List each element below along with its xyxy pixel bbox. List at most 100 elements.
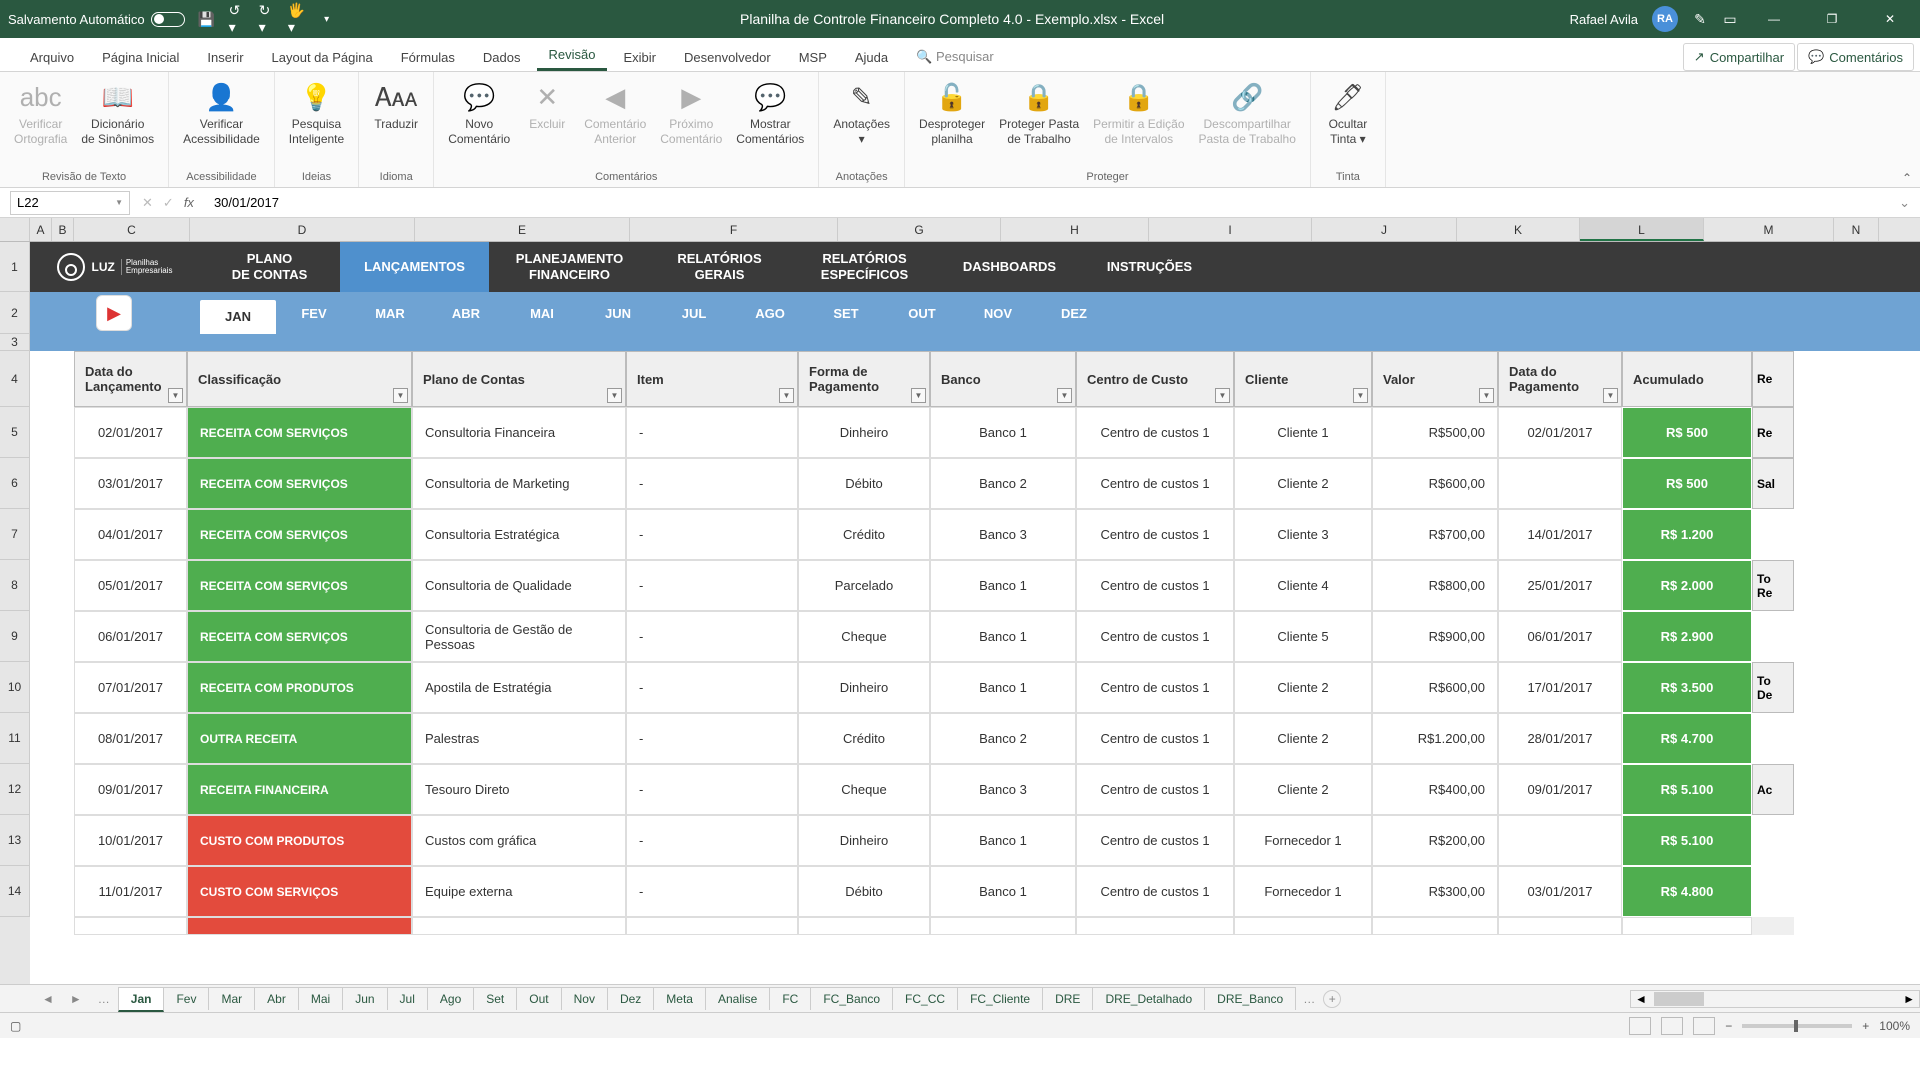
cell-banco[interactable]: Banco 1 xyxy=(930,611,1076,662)
ribbon-btn[interactable]: 💬Novo Comentário xyxy=(442,76,516,151)
cell-acumulado[interactable]: R$ 2.900 xyxy=(1622,611,1752,662)
cell-valor[interactable]: R$600,00 xyxy=(1372,458,1498,509)
row-header[interactable]: 9 xyxy=(0,611,30,662)
cell-banco[interactable]: Banco 2 xyxy=(930,713,1076,764)
cell-acumulado[interactable]: R$ 3.500 xyxy=(1622,662,1752,713)
collapse-ribbon-icon[interactable]: ⌃ xyxy=(1894,169,1920,187)
col-m[interactable]: M xyxy=(1704,218,1834,241)
ribbon-display-options-icon[interactable]: ▭ xyxy=(1722,11,1738,27)
cell-datapg[interactable]: 17/01/2017 xyxy=(1498,662,1622,713)
cell-class[interactable]: RECEITA COM PRODUTOS xyxy=(187,662,412,713)
sheet-tab[interactable]: FC_Cliente xyxy=(957,987,1043,1010)
filter-dropdown-icon[interactable]: ▼ xyxy=(168,388,183,403)
row-header[interactable]: 8 xyxy=(0,560,30,611)
cell-acumulado[interactable]: R$ 1.200 xyxy=(1622,509,1752,560)
user-name[interactable]: Rafael Avila xyxy=(1570,12,1638,27)
table-header[interactable]: Cliente▼ xyxy=(1234,351,1372,407)
cell-forma[interactable]: Dinheiro xyxy=(798,662,930,713)
month-tab[interactable]: SET xyxy=(808,306,884,321)
cell-datapg[interactable] xyxy=(1498,815,1622,866)
cell-datapg[interactable]: 03/01/2017 xyxy=(1498,866,1622,917)
tab-revisao[interactable]: Revisão xyxy=(537,41,608,71)
row-header[interactable]: 14 xyxy=(0,866,30,917)
cell-data[interactable]: 04/01/2017 xyxy=(74,509,187,560)
col-a[interactable]: A xyxy=(30,218,52,241)
fx-icon[interactable]: fx xyxy=(184,195,194,210)
autosave-toggle[interactable]: Salvamento Automático xyxy=(8,12,185,27)
cell-class[interactable]: CUSTO COM SERVIÇOS xyxy=(187,866,412,917)
tab-pagina-inicial[interactable]: Página Inicial xyxy=(90,44,191,71)
col-f[interactable]: F xyxy=(630,218,838,241)
touch-mode-icon[interactable]: 🖐 ▾ xyxy=(289,11,305,27)
side-label[interactable]: Sal xyxy=(1752,458,1794,509)
cell-item[interactable]: - xyxy=(626,713,798,764)
cell-plano[interactable]: Consultoria Estratégica xyxy=(412,509,626,560)
cell-item[interactable]: - xyxy=(626,866,798,917)
table-row[interactable]: 08/01/2017 OUTRA RECEITA Palestras - Cré… xyxy=(74,713,1752,764)
formula-input[interactable]: 30/01/2017 xyxy=(206,195,1889,210)
ribbon-btn[interactable]: 📖Dicionário de Sinônimos xyxy=(75,76,160,151)
cell-data[interactable]: 07/01/2017 xyxy=(74,662,187,713)
month-tab[interactable]: NOV xyxy=(960,306,1036,321)
redo-icon[interactable]: ↻ ▾ xyxy=(259,11,275,27)
tab-msp[interactable]: MSP xyxy=(787,44,839,71)
cancel-formula-icon[interactable]: ✕ xyxy=(142,195,153,211)
filter-dropdown-icon[interactable]: ▼ xyxy=(393,388,408,403)
cell-item[interactable]: - xyxy=(626,407,798,458)
row-header[interactable]: 13 xyxy=(0,815,30,866)
ribbon-btn[interactable]: ✎Anotações ▾ xyxy=(827,76,896,151)
col-d[interactable]: D xyxy=(190,218,415,241)
month-tab[interactable]: JUL xyxy=(656,306,732,321)
cell-item[interactable]: - xyxy=(626,560,798,611)
filter-dropdown-icon[interactable]: ▼ xyxy=(1603,388,1618,403)
table-row[interactable]: 05/01/2017 RECEITA COM SERVIÇOS Consulto… xyxy=(74,560,1752,611)
sheet-tab[interactable]: DRE_Banco xyxy=(1204,987,1296,1010)
cell-valor[interactable]: R$1.200,00 xyxy=(1372,713,1498,764)
sheet-tab[interactable]: FC_CC xyxy=(892,987,958,1010)
table-row[interactable]: 10/01/2017 CUSTO COM PRODUTOS Custos com… xyxy=(74,815,1752,866)
cell-data[interactable]: 10/01/2017 xyxy=(74,815,187,866)
col-e[interactable]: E xyxy=(415,218,630,241)
tab-layout[interactable]: Layout da Página xyxy=(260,44,385,71)
nav-item[interactable]: INSTRUÇÕES xyxy=(1080,242,1220,292)
table-header[interactable]: Centro de Custo▼ xyxy=(1076,351,1234,407)
col-b[interactable]: B xyxy=(52,218,74,241)
cell-acumulado[interactable]: R$ 500 xyxy=(1622,407,1752,458)
sheet-tab[interactable]: Mar xyxy=(208,987,255,1010)
sheet-nav-more[interactable]: … xyxy=(90,992,118,1006)
tab-desenvolvedor[interactable]: Desenvolvedor xyxy=(672,44,783,71)
sheet-tab[interactable]: Analise xyxy=(705,987,770,1010)
cell-plano[interactable]: Consultoria Financeira xyxy=(412,407,626,458)
cell-cliente[interactable]: Fornecedor 1 xyxy=(1234,815,1372,866)
col-g[interactable]: G xyxy=(838,218,1001,241)
nav-item[interactable]: RELATÓRIOSGERAIS xyxy=(650,242,790,292)
cell-data[interactable]: 11/01/2017 xyxy=(74,866,187,917)
cell-class[interactable]: RECEITA COM SERVIÇOS xyxy=(187,560,412,611)
cell-datapg[interactable]: 28/01/2017 xyxy=(1498,713,1622,764)
cell-valor[interactable]: R$700,00 xyxy=(1372,509,1498,560)
formula-expand-icon[interactable]: ⌄ xyxy=(1889,195,1920,211)
table-header[interactable]: Data do Lançamento▼ xyxy=(74,351,187,407)
zoom-in-button[interactable]: + xyxy=(1862,1019,1869,1033)
cell-datapg[interactable]: 02/01/2017 xyxy=(1498,407,1622,458)
cell-valor[interactable]: R$800,00 xyxy=(1372,560,1498,611)
table-row[interactable]: 07/01/2017 RECEITA COM PRODUTOS Apostila… xyxy=(74,662,1752,713)
cell-class[interactable]: OUTRA RECEITA xyxy=(187,713,412,764)
cell-centro[interactable]: Centro de custos 1 xyxy=(1076,560,1234,611)
cell-datapg[interactable]: 09/01/2017 xyxy=(1498,764,1622,815)
horizontal-scrollbar[interactable]: ◄► xyxy=(1630,990,1920,1008)
cell-valor[interactable]: R$300,00 xyxy=(1372,866,1498,917)
sheet-tab[interactable]: Jun xyxy=(342,987,387,1010)
cell-banco[interactable]: Banco 1 xyxy=(930,407,1076,458)
maximize-button[interactable]: ❐ xyxy=(1810,0,1854,38)
cell-cliente[interactable]: Cliente 2 xyxy=(1234,458,1372,509)
month-tab[interactable]: AGO xyxy=(732,306,808,321)
row-header[interactable]: 4 xyxy=(0,351,30,407)
table-row[interactable]: 11/01/2017 CUSTO COM SERVIÇOS Equipe ext… xyxy=(74,866,1752,917)
cell-forma[interactable]: Cheque xyxy=(798,611,930,662)
nav-item[interactable]: DASHBOARDS xyxy=(940,242,1080,292)
normal-view-button[interactable] xyxy=(1629,1017,1651,1035)
side-label[interactable]: Re xyxy=(1752,407,1794,458)
cell-cliente[interactable]: Cliente 2 xyxy=(1234,713,1372,764)
cell-datapg[interactable]: 06/01/2017 xyxy=(1498,611,1622,662)
